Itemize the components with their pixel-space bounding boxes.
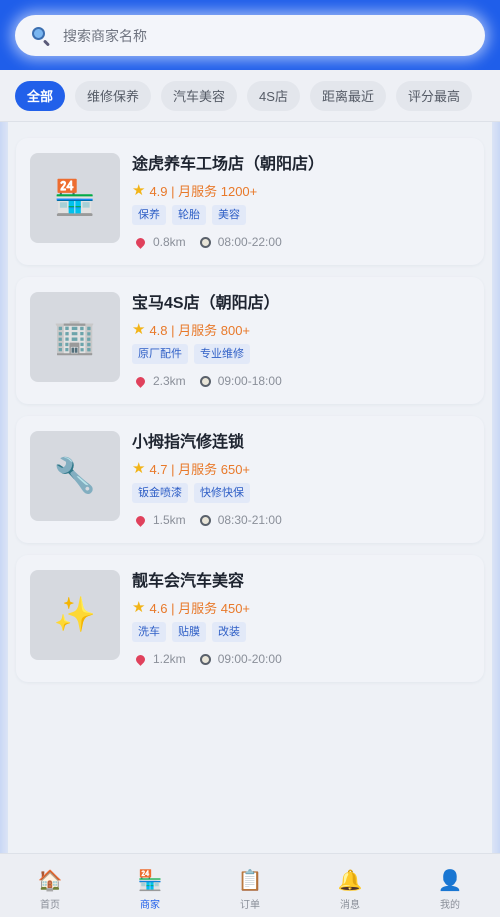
merchant-rating: 4.9 | 月服务 1200+ bbox=[149, 183, 258, 199]
merchant-tag: 贴膜 bbox=[172, 622, 206, 642]
merchant-distance: 0.8km bbox=[153, 235, 186, 249]
merchant-hours: 08:30-21:00 bbox=[217, 513, 282, 527]
filter-chip-top-rated[interactable]: 评分最高 bbox=[395, 80, 472, 111]
merchant-card[interactable]: ✨ 靓车会汽车美容 ★ 4.6 | 月服务 450+ 洗车 贴膜 改装 1.2k… bbox=[16, 555, 484, 682]
clock-icon bbox=[199, 236, 211, 248]
office-building-icon: 🏢 bbox=[30, 292, 120, 382]
clock-icon bbox=[199, 375, 211, 387]
tab-label: 订单 bbox=[240, 900, 260, 911]
filter-bar: 全部 维修保养 汽车美容 4S店 距离最近 评分最高 bbox=[0, 70, 500, 122]
bell-icon: 🔔 bbox=[337, 870, 363, 892]
merchant-hours: 08:00-22:00 bbox=[217, 235, 282, 249]
tab-profile[interactable]: 👤 我的 bbox=[400, 854, 500, 917]
star-icon: ★ bbox=[132, 182, 146, 199]
merchant-distance: 1.5km bbox=[153, 513, 186, 527]
tab-merchants[interactable]: 🏪 商家 bbox=[100, 854, 200, 917]
merchant-tag: 快修快保 bbox=[194, 483, 250, 503]
convenience-store-icon: 🏪 bbox=[30, 153, 120, 243]
tab-label: 首页 bbox=[40, 900, 60, 911]
home-icon: 🏠 bbox=[37, 870, 63, 892]
merchant-name: 宝马4S店（朝阳店） bbox=[132, 295, 280, 312]
merchant-card[interactable]: 🔧 小拇指汽修连锁 ★ 4.7 | 月服务 650+ 钣金喷漆 快修快保 1.5… bbox=[16, 416, 484, 543]
merchant-card[interactable]: 🏢 宝马4S店（朝阳店） ★ 4.8 | 月服务 800+ 原厂配件 专业维修 … bbox=[16, 277, 484, 404]
merchant-hours: 09:00-20:00 bbox=[217, 652, 282, 666]
merchant-rating: 4.6 | 月服务 450+ bbox=[149, 600, 251, 616]
search-input[interactable]: 搜索商家名称 bbox=[63, 26, 147, 46]
tab-orders[interactable]: 📋 订单 bbox=[200, 854, 300, 917]
merchant-tag: 保养 bbox=[132, 205, 166, 225]
filter-chip-all[interactable]: 全部 bbox=[15, 80, 66, 111]
merchant-rating: 4.7 | 月服务 650+ bbox=[149, 461, 251, 477]
tab-label: 我的 bbox=[440, 900, 460, 911]
star-icon: ★ bbox=[132, 460, 146, 477]
merchant-tag: 美容 bbox=[212, 205, 246, 225]
tab-label: 消息 bbox=[340, 900, 360, 911]
merchant-tag: 专业维修 bbox=[194, 344, 250, 364]
merchant-tag: 钣金喷漆 bbox=[132, 483, 188, 503]
location-pin-icon bbox=[134, 513, 147, 527]
tab-home[interactable]: 🏠 首页 bbox=[0, 854, 100, 917]
filter-chip-maintenance[interactable]: 维修保养 bbox=[75, 80, 152, 111]
store-icon: 🏪 bbox=[137, 870, 163, 892]
user-icon: 👤 bbox=[437, 870, 463, 892]
tab-label: 商家 bbox=[140, 900, 160, 911]
sparkles-icon: ✨ bbox=[30, 570, 120, 660]
clipboard-icon: 📋 bbox=[237, 870, 263, 892]
location-pin-icon bbox=[134, 652, 147, 666]
merchant-list: 🏪 途虎养车工场店（朝阳店） ★ 4.9 | 月服务 1200+ 保养 轮胎 美… bbox=[16, 138, 484, 694]
merchant-distance: 1.2km bbox=[153, 652, 186, 666]
merchant-distance: 2.3km bbox=[153, 374, 186, 388]
filter-chip-beauty[interactable]: 汽车美容 bbox=[161, 80, 238, 111]
tab-messages[interactable]: 🔔 消息 bbox=[300, 854, 400, 917]
bottom-tab-bar: 🏠 首页 🏪 商家 📋 订单 🔔 消息 👤 我的 bbox=[0, 853, 500, 917]
wrench-icon: 🔧 bbox=[30, 431, 120, 521]
merchant-card[interactable]: 🏪 途虎养车工场店（朝阳店） ★ 4.9 | 月服务 1200+ 保养 轮胎 美… bbox=[16, 138, 484, 265]
merchant-tag: 洗车 bbox=[132, 622, 166, 642]
merchant-tag: 轮胎 bbox=[172, 205, 206, 225]
clock-icon bbox=[199, 653, 211, 665]
header: 搜索商家名称 bbox=[0, 0, 500, 70]
merchant-tag: 改装 bbox=[212, 622, 246, 642]
search-icon bbox=[31, 26, 51, 47]
filter-chip-nearest[interactable]: 距离最近 bbox=[309, 80, 386, 111]
filter-chip-4s[interactable]: 4S店 bbox=[247, 80, 300, 111]
clock-icon bbox=[199, 514, 211, 526]
star-icon: ★ bbox=[132, 599, 146, 616]
merchant-tag: 原厂配件 bbox=[132, 344, 188, 364]
merchant-name: 靓车会汽车美容 bbox=[132, 573, 245, 590]
merchant-rating: 4.8 | 月服务 800+ bbox=[149, 322, 251, 338]
merchant-hours: 09:00-18:00 bbox=[217, 374, 282, 388]
merchant-name: 途虎养车工场店（朝阳店） bbox=[132, 156, 325, 173]
star-icon: ★ bbox=[132, 321, 146, 338]
location-pin-icon bbox=[134, 235, 147, 249]
location-pin-icon bbox=[134, 374, 147, 388]
merchant-name: 小拇指汽修连锁 bbox=[132, 434, 245, 451]
search-bar[interactable]: 搜索商家名称 bbox=[15, 15, 485, 56]
